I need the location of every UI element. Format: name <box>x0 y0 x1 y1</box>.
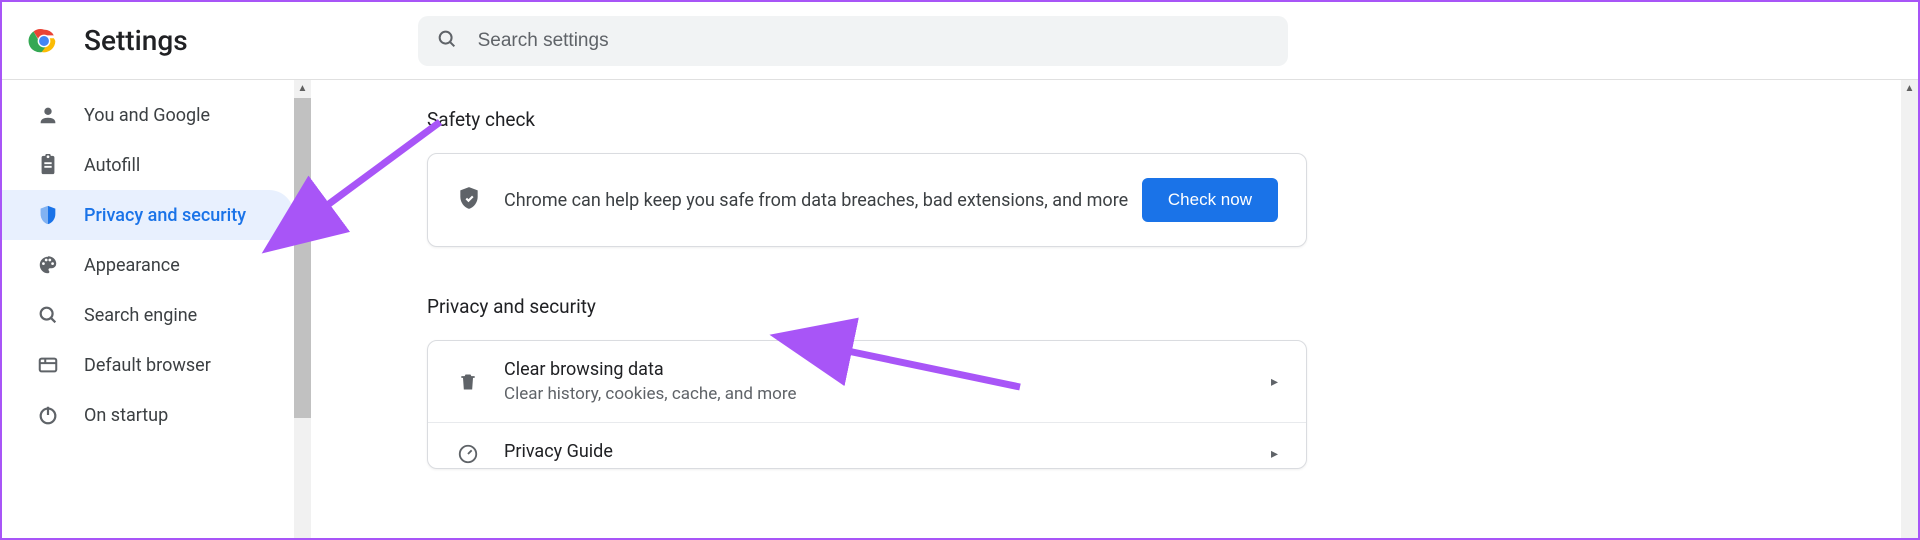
person-icon <box>36 103 60 127</box>
header-bar: Settings <box>2 2 1918 80</box>
privacy-security-card: Clear browsing data Clear history, cooki… <box>427 340 1307 469</box>
chevron-right-icon: ▸ <box>1271 374 1278 390</box>
sidebar-item-on-startup[interactable]: On startup <box>2 390 294 440</box>
palette-icon <box>36 253 60 277</box>
sidebar-item-label: Privacy and security <box>84 205 246 226</box>
sidebar-item-label: You and Google <box>84 105 210 126</box>
page-title: Settings <box>84 24 188 57</box>
scroll-up-arrow-icon[interactable]: ▲ <box>294 80 311 97</box>
sidebar: You and Google Autofill Privacy and secu… <box>2 80 311 538</box>
sidebar-item-label: On startup <box>84 405 168 426</box>
safety-check-card: Chrome can help keep you safe from data … <box>427 153 1307 247</box>
sidebar-item-label: Appearance <box>84 255 180 276</box>
gauge-icon <box>456 443 480 465</box>
shield-icon <box>36 203 60 227</box>
check-now-button[interactable]: Check now <box>1142 178 1278 222</box>
scrollbar-thumb[interactable] <box>294 98 311 418</box>
search-input[interactable] <box>478 30 1270 52</box>
sidebar-scrollbar[interactable]: ▲ <box>294 80 311 538</box>
clipboard-icon <box>36 153 60 177</box>
sidebar-item-label: Search engine <box>84 305 197 326</box>
clear-browsing-data-row[interactable]: Clear browsing data Clear history, cooki… <box>428 341 1306 423</box>
chevron-right-icon: ▸ <box>1271 446 1278 462</box>
browser-icon <box>36 353 60 377</box>
sidebar-item-privacy-security[interactable]: Privacy and security <box>2 190 294 240</box>
search-icon <box>436 28 458 54</box>
sidebar-item-autofill[interactable]: Autofill <box>2 140 294 190</box>
safety-check-text: Chrome can help keep you safe from data … <box>504 190 1142 211</box>
safety-check-heading: Safety check <box>427 108 1918 131</box>
shield-check-icon <box>456 185 482 215</box>
sidebar-item-search-engine[interactable]: Search engine <box>2 290 294 340</box>
main-content: Safety check Chrome can help keep you sa… <box>311 80 1918 538</box>
privacy-guide-row[interactable]: Privacy Guide ▸ <box>428 423 1306 468</box>
row-title: Privacy Guide <box>504 441 1271 462</box>
search-settings-box[interactable] <box>418 16 1288 66</box>
main-scrollbar[interactable]: ▲ <box>1901 80 1918 538</box>
privacy-security-heading: Privacy and security <box>427 295 1918 318</box>
delete-icon <box>456 371 480 393</box>
row-title: Clear browsing data <box>504 359 1271 380</box>
sidebar-item-you-and-google[interactable]: You and Google <box>2 90 294 140</box>
sidebar-item-label: Default browser <box>84 355 211 376</box>
row-subtitle: Clear history, cookies, cache, and more <box>504 384 1271 404</box>
sidebar-item-default-browser[interactable]: Default browser <box>2 340 294 390</box>
chrome-logo-icon <box>26 23 62 59</box>
sidebar-item-label: Autofill <box>84 155 140 176</box>
power-icon <box>36 403 60 427</box>
search-icon <box>36 303 60 327</box>
scroll-up-arrow-icon[interactable]: ▲ <box>1901 80 1918 97</box>
sidebar-item-appearance[interactable]: Appearance <box>2 240 294 290</box>
